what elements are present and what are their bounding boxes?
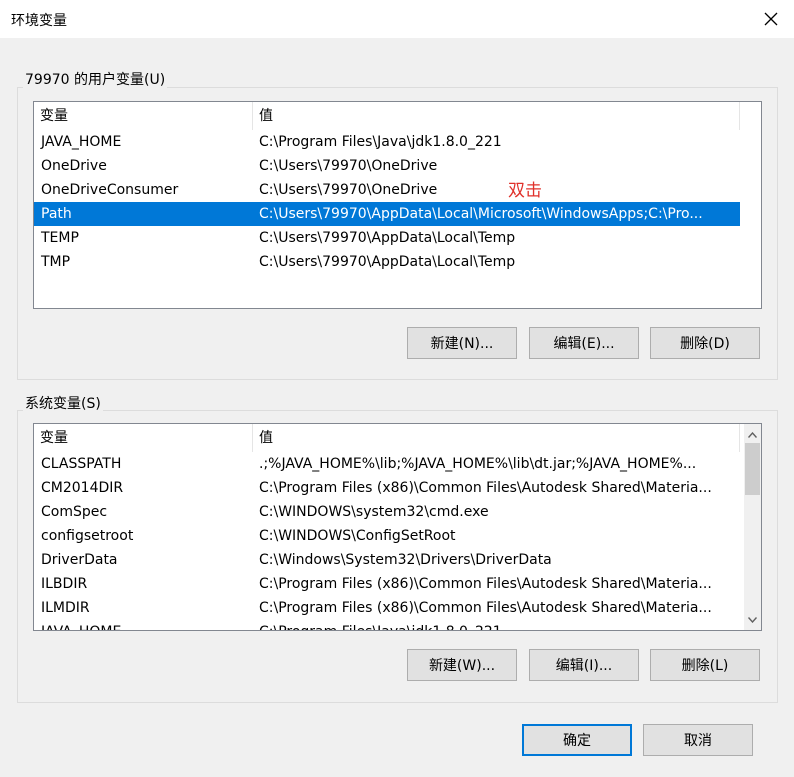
variable-value: .;%JAVA_HOME%\lib;%JAVA_HOME%\lib\dt.jar… — [259, 456, 697, 472]
variable-value: C:\Windows\System32\Drivers\DriverData — [259, 552, 552, 568]
list-row[interactable]: JAVA_HOME C:\Program Files\Java\jdk1.8.0_… — [34, 130, 740, 154]
column-header-value[interactable]: 值 — [253, 102, 740, 130]
list-row[interactable]: Path C:\Users\79970\AppData\Local\Microso… — [34, 202, 740, 226]
variable-name: CLASSPATH — [41, 456, 122, 472]
variable-name: CM2014DIR — [41, 480, 124, 496]
list-row[interactable]: DriverData C:\Windows\System32\Drivers\Dr… — [34, 548, 740, 572]
variable-value: C:\Users\79970\AppData\Local\Temp — [259, 230, 516, 246]
system-new-button[interactable]: 新建(W)... — [407, 649, 517, 681]
variable-value: C:\Users\79970\OneDrive — [259, 158, 438, 174]
variable-name: JAVA_HOME — [41, 134, 122, 150]
list-row[interactable]: OneDrive C:\Users\79970\OneDrive — [34, 154, 740, 178]
user-vars-list-header: 变量 值 — [34, 102, 761, 130]
variable-value: C:\Program Files (x86)\Common Files\Auto… — [259, 576, 712, 592]
scroll-thumb[interactable] — [745, 443, 760, 495]
variable-name: Path — [41, 206, 72, 222]
variable-name: JAVA_HOME — [41, 620, 121, 630]
user-vars-group-label: 79970 的用户变量(U) — [23, 69, 168, 89]
list-row[interactable]: ILBDIR C:\Program Files (x86)\Common File… — [34, 572, 740, 596]
user-vars-list[interactable]: 变量 值 JAVA_HOME C:\Program Files\Java\jdk1… — [33, 101, 762, 309]
variable-value: C:\WINDOWS\system32\cmd.exe — [259, 504, 489, 520]
list-row[interactable]: CM2014DIR C:\Program Files (x86)\Common F… — [34, 476, 740, 500]
variable-name: ILMDIR — [41, 600, 90, 616]
window-title: 环境变量 — [11, 13, 67, 29]
variable-name: TEMP — [41, 230, 79, 246]
cancel-button[interactable]: 取消 — [643, 724, 753, 756]
variable-name: ComSpec — [41, 504, 108, 520]
column-header-variable[interactable]: 变量 — [34, 424, 253, 452]
user-delete-button[interactable]: 删除(D) — [650, 327, 760, 359]
ok-button[interactable]: 确定 — [522, 724, 632, 756]
chevron-down-icon — [748, 616, 757, 623]
variable-value: C:\Program Files\Java\jdk1.8.0_221 — [259, 620, 737, 630]
variable-value: C:\Program Files (x86)\Common Files\Auto… — [259, 480, 712, 496]
variable-name: OneDrive — [41, 158, 107, 174]
list-row[interactable]: OneDriveConsumer C:\Users\79970\OneDrive — [34, 178, 740, 202]
close-icon — [764, 12, 778, 26]
annotation-double-click: 双击 — [508, 181, 542, 201]
list-row[interactable]: configsetroot C:\WINDOWS\ConfigSetRoot — [34, 524, 740, 548]
variable-name: TMP — [41, 254, 71, 270]
system-vars-list-header: 变量 值 — [34, 424, 761, 452]
scroll-down-button[interactable] — [744, 611, 761, 628]
system-vars-list[interactable]: 变量 值 CLASSPATH .;%JAVA_HOME%\lib;%JAVA_HO… — [33, 423, 762, 631]
variable-value: C:\Users\79970\AppData\Local\Temp — [259, 254, 516, 270]
list-row[interactable]: JAVA_HOME C:\Program Files\Java\jdk1.8.0_… — [34, 620, 740, 630]
system-vars-scrollbar[interactable] — [744, 424, 761, 630]
variable-value: C:\Program Files (x86)\Common Files\Auto… — [259, 600, 712, 616]
variable-name: ILBDIR — [41, 576, 88, 592]
variable-name: configsetroot — [41, 528, 134, 544]
system-delete-button[interactable]: 删除(L) — [650, 649, 760, 681]
system-edit-button[interactable]: 编辑(I)... — [529, 649, 639, 681]
scroll-up-button[interactable] — [744, 426, 761, 443]
list-row[interactable]: TEMP C:\Users\79970\AppData\Local\Temp — [34, 226, 740, 250]
column-header-variable[interactable]: 变量 — [34, 102, 253, 130]
user-edit-button[interactable]: 编辑(E)... — [529, 327, 639, 359]
close-button[interactable] — [748, 0, 794, 38]
variable-value: C:\WINDOWS\ConfigSetRoot — [259, 528, 456, 544]
variable-name: OneDriveConsumer — [41, 182, 179, 198]
variable-value: C:\Program Files\Java\jdk1.8.0_221 — [259, 134, 502, 150]
column-header-value[interactable]: 值 — [253, 424, 740, 452]
user-new-button[interactable]: 新建(N)... — [407, 327, 517, 359]
list-row[interactable]: CLASSPATH .;%JAVA_HOME%\lib;%JAVA_HOME%\l… — [34, 452, 740, 476]
list-row[interactable]: TMP C:\Users\79970\AppData\Local\Temp — [34, 250, 740, 274]
list-row[interactable]: ComSpec C:\WINDOWS\system32\cmd.exe — [34, 500, 740, 524]
variable-name: DriverData — [41, 552, 118, 568]
title-bar: 环境变量 — [0, 0, 794, 38]
list-row[interactable]: ILMDIR C:\Program Files (x86)\Common File… — [34, 596, 740, 620]
variable-value: C:\Users\79970\AppData\Local\Microsoft\W… — [259, 206, 703, 222]
chevron-up-icon — [748, 431, 757, 438]
variable-value: C:\Users\79970\OneDrive — [259, 182, 438, 198]
system-vars-group-label: 系统变量(S) — [23, 393, 103, 413]
